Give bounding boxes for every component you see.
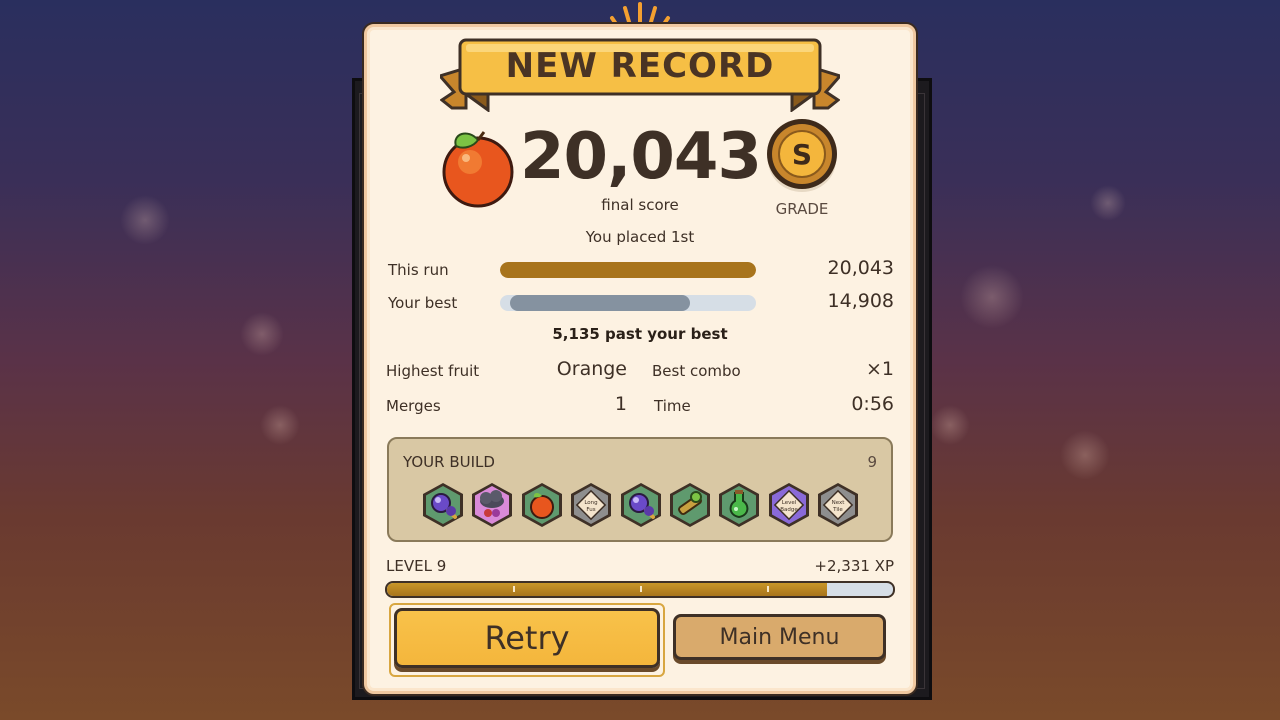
your-best-bar-fill	[510, 295, 691, 311]
highest-fruit-label: Highest fruit	[386, 362, 480, 380]
placement-text: You placed 1st	[585, 228, 695, 246]
background-glow	[960, 265, 1024, 329]
banner-title: NEW RECORD	[505, 46, 775, 86]
spyglass-icon[interactable]	[666, 481, 714, 529]
build-item-label: Next	[832, 500, 846, 506]
your-best-value: 14,908	[827, 290, 894, 312]
best-combo-label: Best combo	[652, 362, 741, 380]
background-glow	[240, 312, 284, 356]
merges-label: Merges	[386, 397, 441, 415]
xp-progress-bar	[385, 581, 895, 598]
best-combo-value: ×1	[865, 358, 894, 380]
this-run-label: This run	[388, 261, 449, 279]
final-score: 20,043	[520, 120, 762, 194]
xp-tick	[640, 586, 642, 592]
storm-cloud-icon[interactable]	[468, 481, 516, 529]
past-best-text: 5,135 past your best	[552, 325, 728, 343]
background-glow	[120, 195, 170, 245]
background-glow	[930, 405, 970, 445]
highest-fruit-value: Orange	[556, 358, 627, 380]
main-menu-button[interactable]: Main Menu	[673, 614, 886, 660]
grade-letter: S	[792, 138, 812, 171]
placeholder-card-icon[interactable]: LongFus	[567, 481, 615, 529]
build-count: 9	[867, 453, 877, 471]
this-run-bar	[500, 262, 756, 278]
xp-tick	[767, 586, 769, 592]
background-glow	[1090, 185, 1126, 221]
build-panel: YOUR BUILD 9 Long Fus Level Badge Next Tile	[387, 437, 893, 542]
magnifier-berry-icon[interactable]	[419, 481, 467, 529]
placeholder-card-icon[interactable]: NextTile	[814, 481, 862, 529]
orange-fruit-icon	[442, 131, 514, 208]
this-run-bar-fill	[500, 262, 756, 278]
xp-gained: +2,331 XP	[814, 557, 894, 575]
build-item-label: Level	[782, 500, 797, 506]
time-label: Time	[654, 397, 691, 415]
orange-fruit-icon[interactable]	[518, 481, 566, 529]
build-item-label: Badge	[780, 507, 798, 513]
background-glow	[260, 405, 300, 445]
grade-label: GRADE	[775, 200, 829, 218]
grade-medal-icon: S	[767, 119, 837, 192]
build-title: YOUR BUILD	[403, 453, 495, 471]
level-label: LEVEL 9	[386, 557, 447, 575]
your-best-bar	[500, 295, 756, 311]
this-run-value: 20,043	[827, 257, 894, 279]
merges-value: 1	[614, 393, 627, 415]
xp-tick	[513, 586, 515, 592]
time-value: 0:56	[851, 393, 894, 415]
magnifier-berry-icon[interactable]	[617, 481, 665, 529]
build-item-label: Fus	[587, 507, 596, 513]
xp-progress-fill	[387, 583, 828, 596]
your-best-label: Your best	[388, 294, 458, 312]
retry-button[interactable]: Retry	[394, 608, 660, 668]
build-item-label: Tile	[832, 507, 843, 513]
green-potion-icon[interactable]	[715, 481, 763, 529]
placeholder-card-icon[interactable]: LevelBadge	[765, 481, 813, 529]
final-score-label: final score	[601, 196, 679, 214]
build-item-label: Long	[585, 500, 598, 506]
background-glow	[1060, 430, 1110, 480]
